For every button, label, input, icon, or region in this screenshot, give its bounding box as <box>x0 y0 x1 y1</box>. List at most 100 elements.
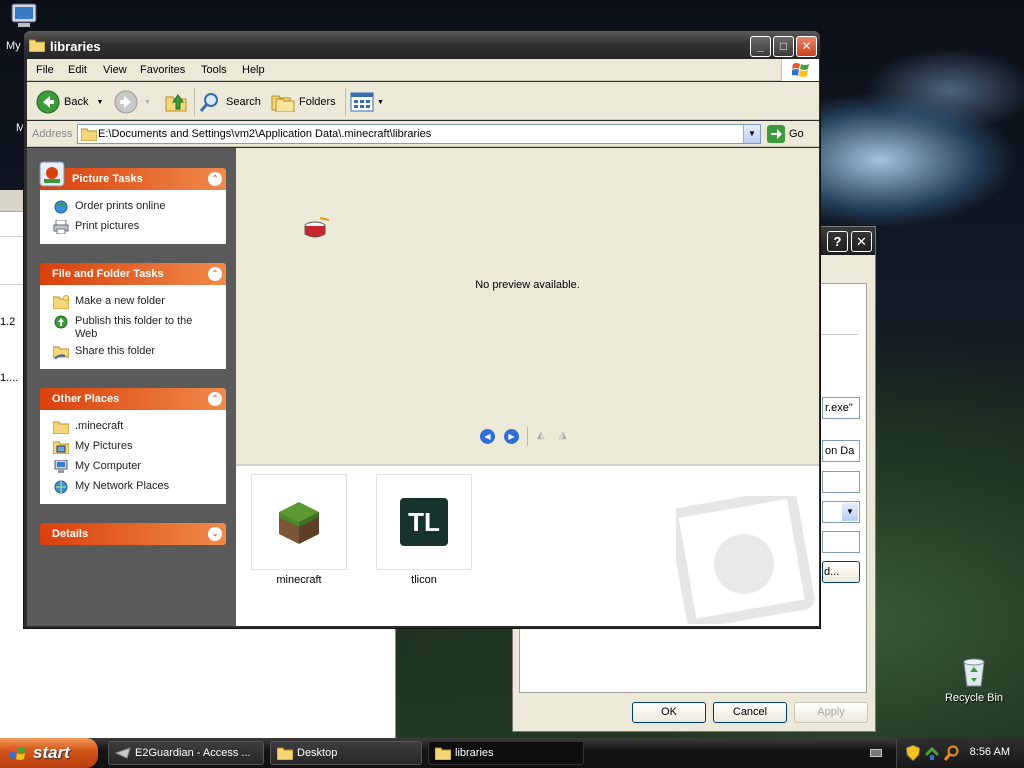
menu-help[interactable]: Help <box>242 64 265 76</box>
other-places-header[interactable]: Other Places ⌃ <box>40 388 226 410</box>
menu-file[interactable]: File <box>36 64 54 76</box>
picture-tasks-title: Picture Tasks <box>72 173 143 185</box>
keyboard-icon[interactable] <box>870 749 882 757</box>
dialog-comment-field[interactable] <box>822 531 860 553</box>
clock[interactable]: 8:56 AM <box>970 746 1010 758</box>
maximize-button[interactable]: □ <box>773 36 794 57</box>
views-button[interactable]: ▼ <box>350 90 384 114</box>
next-image-button[interactable]: ▶ <box>504 429 519 444</box>
file-folder-tasks-header[interactable]: File and Folder Tasks ⌃ <box>40 263 226 285</box>
task-label: Order prints online <box>75 200 166 212</box>
place-my-pictures[interactable]: My Pictures <box>53 437 225 457</box>
up-folder-button[interactable] <box>165 90 187 114</box>
menu-edit[interactable]: Edit <box>68 64 87 76</box>
ok-button[interactable]: OK <box>632 702 706 723</box>
search-button[interactable]: Search <box>199 90 261 114</box>
menu-bar: File Edit View Favorites Tools Help <box>27 59 819 81</box>
chevron-down-icon: ▼ <box>144 98 151 106</box>
task-label: Publish this folder to the Web <box>75 315 193 340</box>
background-window-text: 1.... <box>0 372 19 384</box>
views-grid-icon <box>350 92 374 112</box>
place-label: .minecraft <box>75 420 124 432</box>
dialog-advanced-button[interactable]: d... <box>822 561 860 583</box>
search-icon[interactable] <box>944 745 960 761</box>
explorer-window[interactable]: libraries _ □ ✕ File Edit View Favorites… <box>23 30 821 629</box>
address-dropdown-button[interactable]: ▼ <box>743 125 760 143</box>
toolbar-separator <box>345 88 346 116</box>
chevron-up-icon[interactable]: ⌃ <box>208 392 222 406</box>
file-folder-tasks-title: File and Folder Tasks <box>52 268 164 280</box>
taskbar-button-desktop[interactable]: Desktop <box>270 741 422 765</box>
file-name[interactable]: tlicon <box>376 574 472 586</box>
dialog-close-button[interactable]: ✕ <box>851 231 872 252</box>
recycle-bin-icon <box>963 658 985 687</box>
chevron-up-icon[interactable]: ⌃ <box>208 172 222 186</box>
window-title: libraries <box>50 39 101 54</box>
minimize-button[interactable]: _ <box>750 36 771 57</box>
desktop-icon-recycle-bin[interactable]: Recycle Bin <box>940 656 1008 704</box>
dialog-target-field[interactable]: r.exe" <box>822 397 860 419</box>
close-button[interactable]: ✕ <box>796 36 817 57</box>
standard-toolbar: Back ▼ ▼ Search Folders ▼ <box>27 82 819 120</box>
file-folder-tasks-body: Make a new folder Publish this folder to… <box>40 285 226 369</box>
window-titlebar[interactable]: libraries _ □ ✕ <box>24 31 820 59</box>
picture-tasks-icon <box>39 161 65 187</box>
back-arrow-icon <box>36 90 60 114</box>
task-label: Make a new folder <box>75 295 165 307</box>
menu-view[interactable]: View <box>103 64 127 76</box>
chevron-down-icon[interactable]: ⌄ <box>208 527 222 541</box>
publish-web-icon <box>54 315 68 329</box>
go-label: Go <box>789 128 804 140</box>
task-label: Share this folder <box>75 345 156 357</box>
back-button[interactable]: Back ▼ <box>36 90 103 114</box>
address-bar: Address E:\Documents and Settings\vm2\Ap… <box>27 121 819 147</box>
chevron-up-icon[interactable]: ⌃ <box>208 267 222 281</box>
folders-icon <box>271 95 295 112</box>
dialog-shortcut-field[interactable] <box>822 471 860 493</box>
other-places-title: Other Places <box>52 393 120 405</box>
tl-logo-text: TL <box>408 507 440 537</box>
taskbar: start E2Guardian - Access ... Desktop li… <box>0 738 1024 768</box>
security-shield-icon[interactable] <box>906 745 920 761</box>
network-icon[interactable] <box>924 745 940 761</box>
place-my-computer[interactable]: My Computer <box>53 457 225 477</box>
menu-favorites[interactable]: Favorites <box>140 64 185 76</box>
apply-button[interactable]: Apply <box>794 702 868 723</box>
address-input[interactable]: E:\Documents and Settings\vm2\Applicatio… <box>77 124 761 144</box>
file-name[interactable]: minecraft <box>251 574 347 586</box>
forward-button[interactable]: ▼ <box>114 90 151 114</box>
rotate-clockwise-button[interactable]: ◭ <box>537 430 551 442</box>
task-order-prints[interactable]: Order prints online <box>53 197 225 217</box>
taskbar-button-e2guardian[interactable]: E2Guardian - Access ... <box>108 741 264 765</box>
file-thumbnails: minecraft TL tlicon <box>236 464 819 626</box>
dialog-run-select[interactable]: ▼ <box>822 501 860 523</box>
task-print-pictures[interactable]: Print pictures <box>53 217 225 237</box>
taskbar-button-libraries[interactable]: libraries <box>428 741 584 765</box>
rotate-counterclockwise-button[interactable]: ◮ <box>559 430 573 442</box>
details-header[interactable]: Details ⌄ <box>40 523 226 545</box>
picture-tasks-header[interactable]: Picture Tasks ⌃ <box>40 168 226 190</box>
folders-button[interactable]: Folders <box>271 90 336 114</box>
task-publish-folder[interactable]: Publish this folder to the Web <box>53 312 225 342</box>
dialog-help-button[interactable]: ? <box>827 231 848 252</box>
place-my-network-places[interactable]: My Network Places <box>53 477 225 497</box>
file-thumbnail-tlicon[interactable]: TL <box>376 474 472 570</box>
windows-flag-icon <box>792 63 809 77</box>
task-share-folder[interactable]: Share this folder <box>53 342 225 362</box>
file-thumbnail-minecraft[interactable] <box>251 474 347 570</box>
start-button[interactable]: start <box>0 738 98 768</box>
file-folder-tasks-panel: File and Folder Tasks ⌃ Make a new folde… <box>40 263 226 369</box>
dialog-start-in-field[interactable]: on Da <box>822 440 860 462</box>
search-label: Search <box>226 96 261 108</box>
other-places-body: .minecraft My Pictures My Computer My Ne… <box>40 410 226 504</box>
chevron-down-icon: ▼ <box>96 98 104 106</box>
cancel-button[interactable]: Cancel <box>713 702 787 723</box>
address-label: Address <box>32 128 73 140</box>
previous-image-button[interactable]: ◀ <box>480 429 495 444</box>
folder-icon <box>53 421 69 434</box>
menu-tools[interactable]: Tools <box>201 64 227 76</box>
globe-print-icon <box>54 200 68 214</box>
place-minecraft-folder[interactable]: .minecraft <box>53 417 225 437</box>
task-make-new-folder[interactable]: Make a new folder <box>53 292 225 312</box>
go-button[interactable]: Go <box>767 125 804 143</box>
